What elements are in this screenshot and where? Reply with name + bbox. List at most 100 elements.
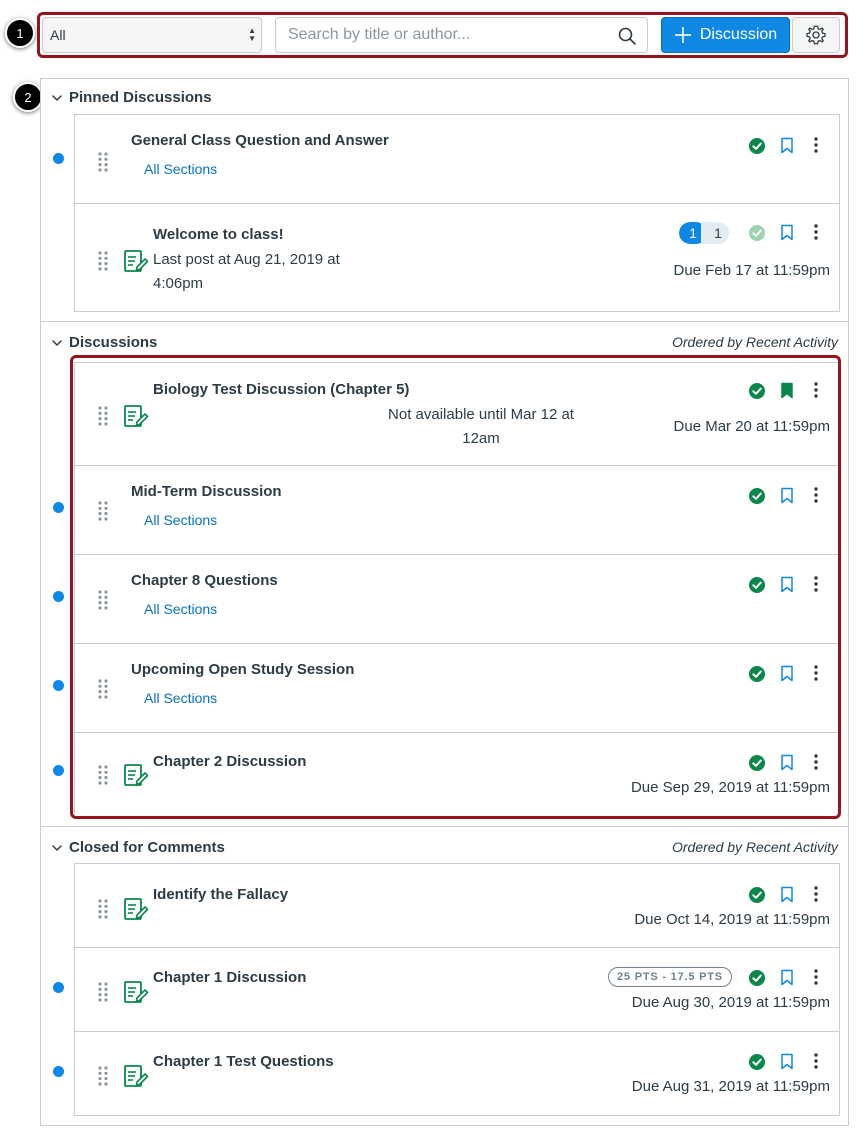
published-check-icon[interactable] [749,577,765,593]
kebab-menu-icon[interactable] [813,665,819,681]
published-check-icon[interactable] [749,970,765,986]
drag-handle-icon[interactable] [97,981,109,1003]
kebab-menu-icon[interactable] [813,576,819,592]
bookmark-icon[interactable] [780,576,794,593]
drag-handle-icon[interactable] [97,764,109,786]
drag-handle-icon[interactable] [97,1065,109,1087]
assignment-icon [123,896,149,922]
drag-handle-icon[interactable] [97,589,109,611]
add-discussion-label: Discussion [699,26,778,43]
bookmark-icon[interactable] [780,665,794,682]
closed-section-title: Closed for Comments [69,839,225,856]
drag-handle-icon[interactable] [97,250,109,272]
closed-section-header[interactable]: Closed for Comments [51,839,225,856]
search-icon[interactable] [617,26,637,46]
discussion-row-general-class[interactable]: General Class Question and Answer All Se… [53,114,840,204]
add-discussion-button[interactable]: Discussion [661,17,790,53]
bookmark-icon[interactable] [780,886,794,903]
discussion-row-chapter-8[interactable]: Chapter 8 Questions All Sections [53,555,840,644]
published-check-icon[interactable] [749,138,765,154]
assignment-icon [123,1063,149,1089]
bookmark-icon[interactable] [780,224,794,241]
bookmark-icon[interactable] [780,754,794,771]
chevron-down-icon [51,337,63,349]
bookmark-icon[interactable] [780,969,794,986]
ordered-by-label: Ordered by Recent Activity [672,334,838,350]
drag-handle-icon[interactable] [97,678,109,700]
sections-link[interactable]: All Sections [144,601,217,617]
due-date: Due Sep 29, 2019 at 11:59pm [630,779,830,796]
published-check-icon[interactable] [749,488,765,504]
sections-link[interactable]: All Sections [144,512,217,528]
total-count: 1 [701,222,729,244]
assignment-icon [123,979,149,1005]
kebab-menu-icon[interactable] [813,224,819,240]
kebab-menu-icon[interactable] [813,137,819,153]
due-date: Due Aug 31, 2019 at 11:59pm [631,1078,830,1095]
discussion-row-welcome[interactable]: Welcome to class! Last post at Aug 21, 2… [74,204,840,312]
discussion-row-mid-term[interactable]: Mid-Term Discussion All Sections [53,466,840,555]
drag-handle-icon[interactable] [97,500,109,522]
chevron-down-icon [51,842,63,854]
discussion-row-chapter-2[interactable]: Chapter 2 Discussion Due Sep 29, 2019 at… [53,733,840,817]
discussion-title[interactable]: Identify the Fallacy [153,886,288,903]
discussion-row-biology[interactable]: Biology Test Discussion (Chapter 5) Not … [74,362,840,466]
bookmark-icon[interactable] [780,1053,794,1070]
kebab-menu-icon[interactable] [813,754,819,770]
discussion-row-open-study[interactable]: Upcoming Open Study Session All Sections [53,644,840,733]
kebab-menu-icon[interactable] [813,1053,819,1069]
kebab-menu-icon[interactable] [813,487,819,503]
sections-link[interactable]: All Sections [144,690,217,706]
discussion-title[interactable]: Biology Test Discussion (Chapter 5) [153,381,409,398]
pinned-section-title: Pinned Discussions [69,89,212,106]
published-check-icon[interactable] [749,1054,765,1070]
discussion-row-chapter-1[interactable]: Chapter 1 Discussion 25 PTS - 17.5 PTS D… [53,948,840,1032]
discussion-title[interactable]: Upcoming Open Study Session [131,661,354,678]
pinned-section-header[interactable]: Pinned Discussions [51,89,212,106]
callout-2: 2 [13,82,43,112]
published-check-icon[interactable] [749,383,765,399]
filter-select[interactable]: All ▲ ▼ [42,17,262,53]
discussion-row-chapter-1-test[interactable]: Chapter 1 Test Questions Due Aug 31, 201… [53,1032,840,1116]
published-check-icon[interactable] [749,666,765,682]
drag-handle-icon[interactable] [97,898,109,920]
bookmark-filled-icon[interactable] [780,382,794,399]
unread-indicator [53,680,64,691]
sections-link[interactable]: All Sections [144,161,217,177]
due-date: Due Oct 14, 2019 at 11:59pm [634,911,830,928]
discussion-title[interactable]: Chapter 8 Questions [131,572,278,589]
unread-indicator [53,153,64,164]
discussion-row-identify-fallacy[interactable]: Identify the Fallacy Due Oct 14, 2019 at… [74,863,840,948]
discussion-title[interactable]: Chapter 2 Discussion [153,753,306,770]
due-date: Due Aug 30, 2019 at 11:59pm [631,994,830,1011]
callout-1: 1 [5,18,35,48]
bookmark-icon[interactable] [780,137,794,154]
published-check-icon[interactable] [749,755,765,771]
gear-icon [806,25,826,45]
search-field[interactable] [275,17,648,53]
bookmark-icon[interactable] [780,487,794,504]
search-input[interactable] [288,26,608,44]
availability-line-1: Not available until Mar 12 at [388,406,574,423]
published-check-icon[interactable] [749,887,765,903]
closed-for-comments-section: Closed for Comments Ordered by Recent Ac… [40,827,849,1126]
unread-indicator [53,591,64,602]
drag-handle-icon[interactable] [97,151,109,173]
discussion-title[interactable]: Welcome to class! [153,226,284,243]
discussions-section: Discussions Ordered by Recent Activity B… [40,322,849,827]
kebab-menu-icon[interactable] [813,969,819,985]
discussion-title[interactable]: General Class Question and Answer [131,132,389,149]
discussions-section-header[interactable]: Discussions [51,334,157,351]
availability-line-2: 12am [462,430,500,447]
kebab-menu-icon[interactable] [813,382,819,398]
discussion-title[interactable]: Chapter 1 Discussion [153,969,306,986]
unread-indicator [53,502,64,513]
settings-button[interactable] [792,17,840,53]
kebab-menu-icon[interactable] [813,886,819,902]
published-check-icon[interactable] [749,225,765,241]
drag-handle-icon[interactable] [97,405,109,427]
discussion-title[interactable]: Chapter 1 Test Questions [153,1053,334,1070]
chevron-down-icon [51,92,63,104]
discussion-title[interactable]: Mid-Term Discussion [131,483,282,500]
reply-count-badge: 1 1 [679,222,729,244]
